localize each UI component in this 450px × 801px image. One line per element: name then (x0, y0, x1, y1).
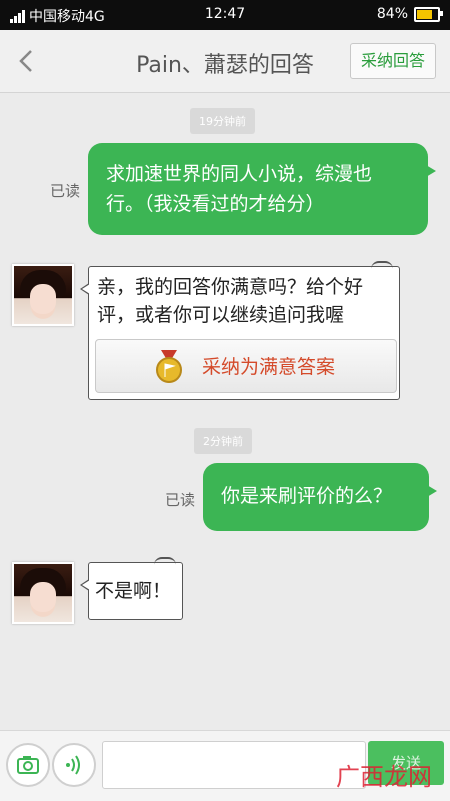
bubble-curl (371, 261, 393, 271)
status-right: 84% (376, 6, 443, 22)
battery-fill (417, 9, 433, 19)
read-receipt: 已读 (50, 182, 81, 200)
voice-button[interactable] (52, 743, 96, 787)
camera-button[interactable] (6, 743, 50, 787)
my-message-bubble[interactable]: 你是来刷评价的么？ (203, 463, 437, 531)
watermark: 广西龙网 (336, 763, 432, 791)
battery-icon (414, 6, 443, 22)
timestamp-chip: 2分钟前 (194, 428, 252, 454)
message-input[interactable] (102, 741, 366, 789)
avatar[interactable] (12, 264, 74, 326)
read-receipt: 已读 (165, 491, 196, 509)
answer-bubble[interactable]: 亲，我的回答你满意吗？给个好评，或者你可以继续追问我喔 采纳为满意答案 (80, 261, 400, 400)
my-message-bubble[interactable]: 求加速世界的同人小说，综漫也行。（我没看过的才给分） (88, 143, 436, 235)
accept-satisfied-button[interactable]: 采纳为满意答案 (95, 339, 397, 393)
chat-header: Pain、蕭瑟的回答 采纳回答 (0, 30, 450, 93)
timestamp-chip: 19分钟前 (190, 108, 255, 134)
answer-text: 亲，我的回答你满意吗？给个好评，或者你可以继续追问我喔 (97, 276, 364, 326)
award-label: 采纳为满意答案 (202, 356, 336, 378)
voice-icon (66, 755, 80, 775)
accept-answer-button[interactable]: 采纳回答 (350, 43, 436, 79)
bubble-curl (154, 557, 176, 567)
battery-percent: 84% (376, 6, 408, 22)
status-bar: 中国移动4G 12:47 84% (0, 0, 450, 30)
camera-icon (17, 756, 39, 774)
medal-icon (156, 350, 182, 383)
avatar[interactable] (12, 562, 74, 624)
answer-bubble[interactable]: 不是啊！ (80, 557, 183, 620)
answer-text: 不是啊！ (95, 580, 172, 602)
